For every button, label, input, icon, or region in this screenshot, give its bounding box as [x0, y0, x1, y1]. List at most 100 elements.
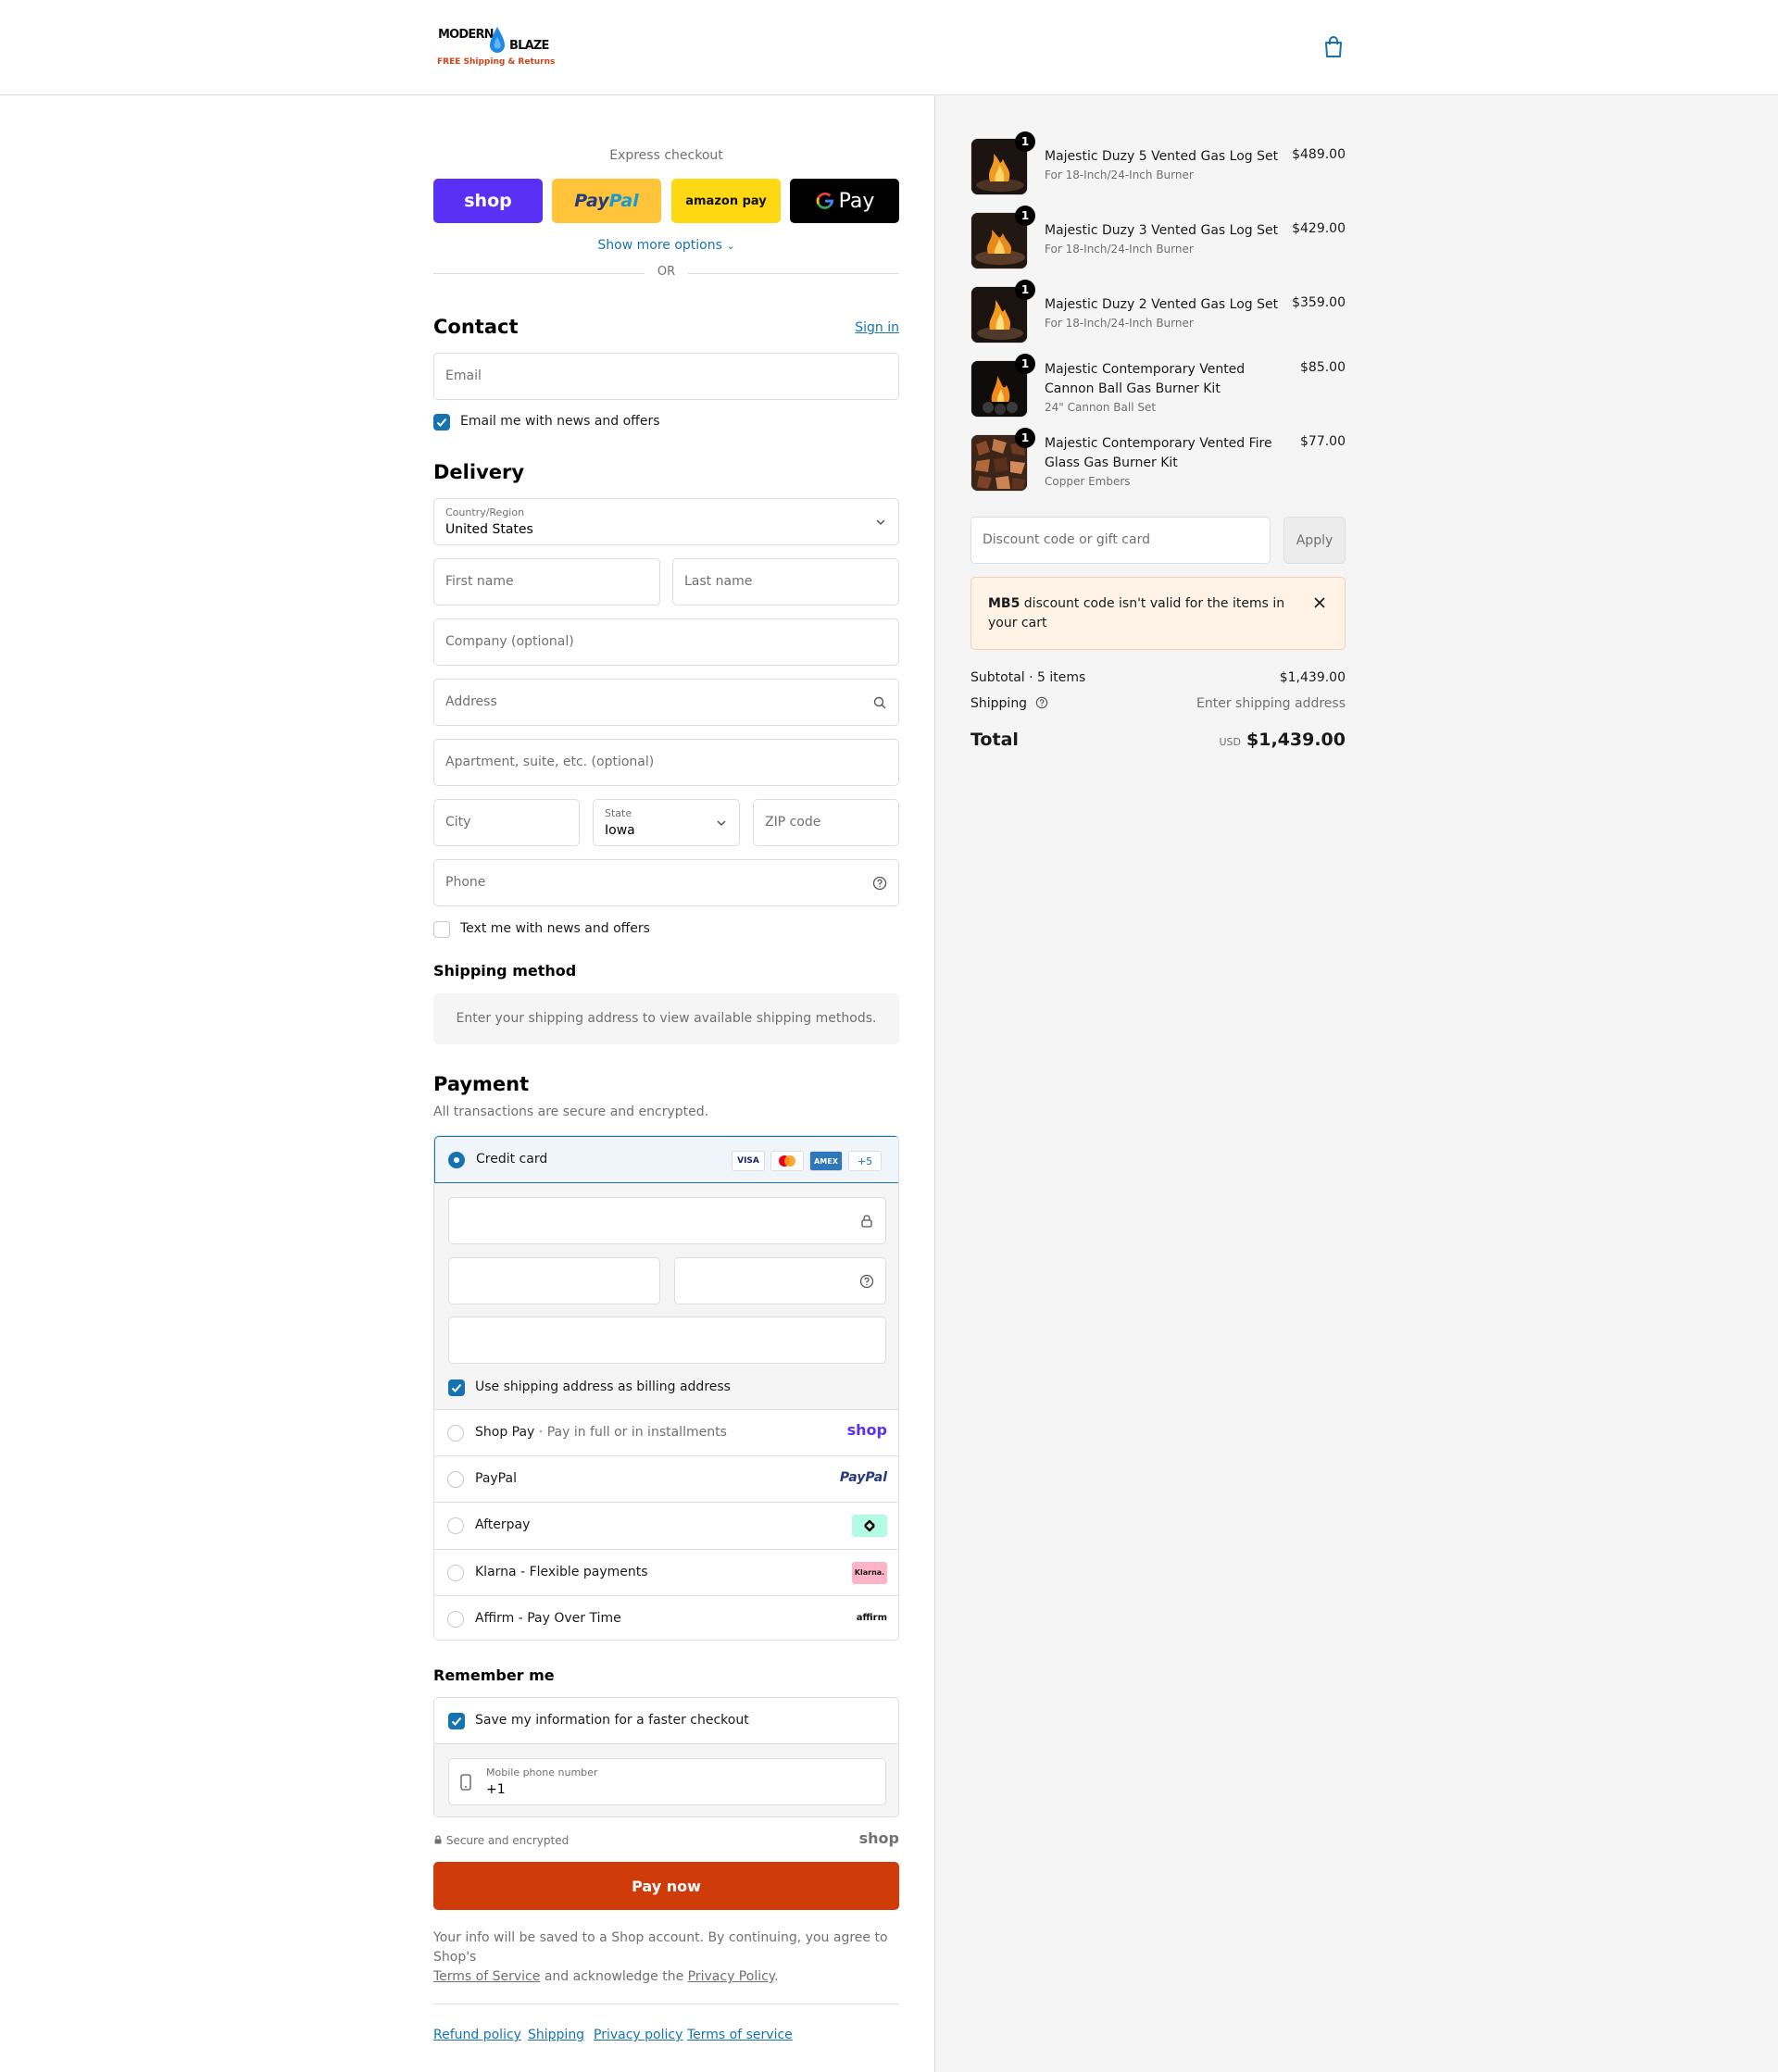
shop-pay-button[interactable]: shop	[433, 179, 543, 223]
zip-field[interactable]: ZIP code	[753, 799, 899, 846]
address-field[interactable]: Address	[433, 679, 899, 726]
terms-of-service-footer-link[interactable]: Terms of service	[687, 2028, 793, 2042]
afterpay-radio[interactable]	[447, 1517, 464, 1534]
afterpay-option-label: Afterpay	[475, 1517, 531, 1532]
credit-card-label: Credit card	[476, 1152, 548, 1167]
city-field[interactable]: City	[433, 799, 580, 846]
discount-error-text: discount code isn't valid for the items …	[988, 596, 1285, 630]
or-divider: OR	[433, 265, 899, 283]
save-info-checkbox[interactable]	[448, 1713, 465, 1729]
city-placeholder: City	[445, 815, 471, 830]
shop-pay-radio[interactable]	[447, 1425, 464, 1442]
or-text: OR	[657, 265, 676, 279]
shop-pay-option[interactable]: Shop Pay · Pay in full or in installment…	[434, 1409, 898, 1455]
search-icon	[873, 696, 886, 709]
privacy-policy-footer-link[interactable]: Privacy policy	[594, 2028, 682, 2042]
shipping-policy-link[interactable]: Shipping	[528, 2028, 584, 2042]
lock-icon	[434, 1835, 442, 1844]
text-news-checkbox[interactable]	[433, 921, 450, 938]
last-name-field[interactable]: Last name	[672, 558, 899, 605]
line-item-price: $429.00	[1292, 221, 1346, 236]
legal-text-2: and acknowledge the	[544, 1969, 684, 1984]
discount-code-field[interactable]: Discount code or gift card	[970, 517, 1271, 564]
mobile-phone-value: +1	[486, 1782, 506, 1797]
total-label: Total	[970, 730, 1019, 750]
phone-placeholder: Phone	[445, 875, 486, 890]
more-cards-badge: +5	[848, 1151, 882, 1171]
afterpay-option[interactable]: Afterpay	[434, 1502, 898, 1548]
mobile-phone-label: Mobile phone number	[486, 1766, 598, 1779]
refund-policy-link[interactable]: Refund policy	[433, 2028, 521, 2042]
help-circle-icon[interactable]	[872, 876, 887, 891]
check-icon	[451, 1716, 462, 1726]
help-circle-icon[interactable]	[1035, 696, 1048, 709]
shipping-value: Enter shipping address	[1196, 696, 1346, 711]
legal-text-3: .	[774, 1969, 779, 1984]
name-on-card-field[interactable]	[448, 1317, 886, 1364]
credit-card-form: Use shipping address as billing address	[434, 1183, 898, 1409]
payment-methods: Credit card VISA AMEX +5 Use shipping ad…	[433, 1135, 899, 1641]
klarna-radio[interactable]	[447, 1565, 464, 1581]
line-item-details: Majestic Contemporary Vented Fire Glass …	[1045, 434, 1295, 490]
total-amount: USD $1,439.00	[1220, 730, 1346, 750]
expiration-field[interactable]	[448, 1257, 660, 1304]
total-value: $1,439.00	[1246, 730, 1346, 750]
quantity-badge: 1	[1015, 354, 1035, 374]
paypal-button[interactable]: Pay Pal	[552, 179, 661, 223]
legal-text: Your info will be saved to a Shop accoun…	[433, 1928, 906, 1987]
country-select[interactable]: Country/Region United States	[433, 498, 899, 545]
sign-in-link[interactable]: Sign in	[855, 320, 899, 335]
currency-code: USD	[1219, 736, 1242, 748]
security-code-field[interactable]	[674, 1257, 886, 1304]
klarna-option[interactable]: Klarna - Flexible payments Klarna.	[434, 1549, 898, 1595]
credit-card-radio[interactable]	[448, 1152, 465, 1168]
visa-icon: VISA	[732, 1151, 765, 1171]
company-field[interactable]: Company (optional)	[433, 618, 899, 666]
billing-address-checkbox[interactable]	[448, 1379, 465, 1396]
line-item-details: Majestic Contemporary Vented Cannon Ball…	[1045, 360, 1295, 416]
paypal-label-a: Pay	[574, 191, 609, 211]
credit-card-option[interactable]: Credit card VISA AMEX +5	[434, 1136, 898, 1183]
apartment-field[interactable]: Apartment, suite, etc. (optional)	[433, 739, 899, 786]
visa-text: VISA	[737, 1156, 759, 1166]
amazon-pay-button[interactable]: amazon pay	[671, 179, 781, 223]
affirm-option[interactable]: Affirm - Pay Over Time affirm	[434, 1595, 898, 1640]
pay-now-button[interactable]: Pay now	[433, 1862, 899, 1910]
shop-logo: shop	[846, 1421, 887, 1439]
check-icon	[451, 1383, 462, 1392]
privacy-policy-link[interactable]: Privacy Policy	[688, 1969, 774, 1984]
phone-field[interactable]: Phone	[433, 859, 899, 906]
company-placeholder: Company (optional)	[445, 634, 574, 649]
terms-of-service-link[interactable]: Terms of Service	[433, 1969, 540, 1984]
shop-pay-option-sub: Pay in full or in installments	[546, 1425, 727, 1440]
help-circle-icon[interactable]	[859, 1274, 874, 1289]
lock-icon	[861, 1215, 872, 1228]
line-item-variant: Copper Embers	[1045, 475, 1131, 488]
affirm-logo: affirm	[856, 1613, 887, 1623]
state-select[interactable]: State Iowa	[593, 799, 740, 846]
close-icon[interactable]	[1313, 596, 1326, 609]
apply-discount-button[interactable]: Apply	[1283, 517, 1346, 564]
line-item: 1 Majestic Duzy 2 Vented Gas Log Set For…	[970, 280, 1346, 345]
email-news-checkbox[interactable]	[433, 414, 450, 431]
paypal-option[interactable]: PayPal PayPal	[434, 1455, 898, 1502]
country-label: Country/Region	[445, 506, 525, 518]
paypal-radio[interactable]	[447, 1471, 464, 1488]
shop-pay-label: shop	[464, 191, 512, 211]
mobile-phone-field[interactable]: Mobile phone number +1	[448, 1758, 886, 1805]
shipping-row: Shipping Enter shipping address	[970, 696, 1346, 711]
google-pay-button[interactable]: Pay	[790, 179, 899, 223]
show-more-options-link[interactable]: Show more options ⌄	[433, 238, 899, 253]
google-pay-label: Pay	[838, 189, 875, 213]
shopping-bag-icon[interactable]	[1322, 35, 1345, 59]
discount-error-message: MB5 discount code isn't valid for the it…	[988, 594, 1303, 633]
affirm-radio[interactable]	[447, 1611, 464, 1628]
store-logo[interactable]: MODERN BLAZE FREE Shipping & Returns	[435, 24, 555, 70]
show-more-label: Show more options	[597, 238, 722, 253]
email-field[interactable]: Email	[433, 353, 899, 400]
first-name-field[interactable]: First name	[433, 558, 660, 605]
line-item-variant: 24" Cannon Ball Set	[1045, 401, 1157, 414]
line-item-name: Majestic Duzy 3 Vented Gas Log Set	[1045, 223, 1279, 238]
shipping-method-notice: Enter your shipping address to view avai…	[433, 993, 899, 1044]
card-number-field[interactable]	[448, 1197, 886, 1244]
